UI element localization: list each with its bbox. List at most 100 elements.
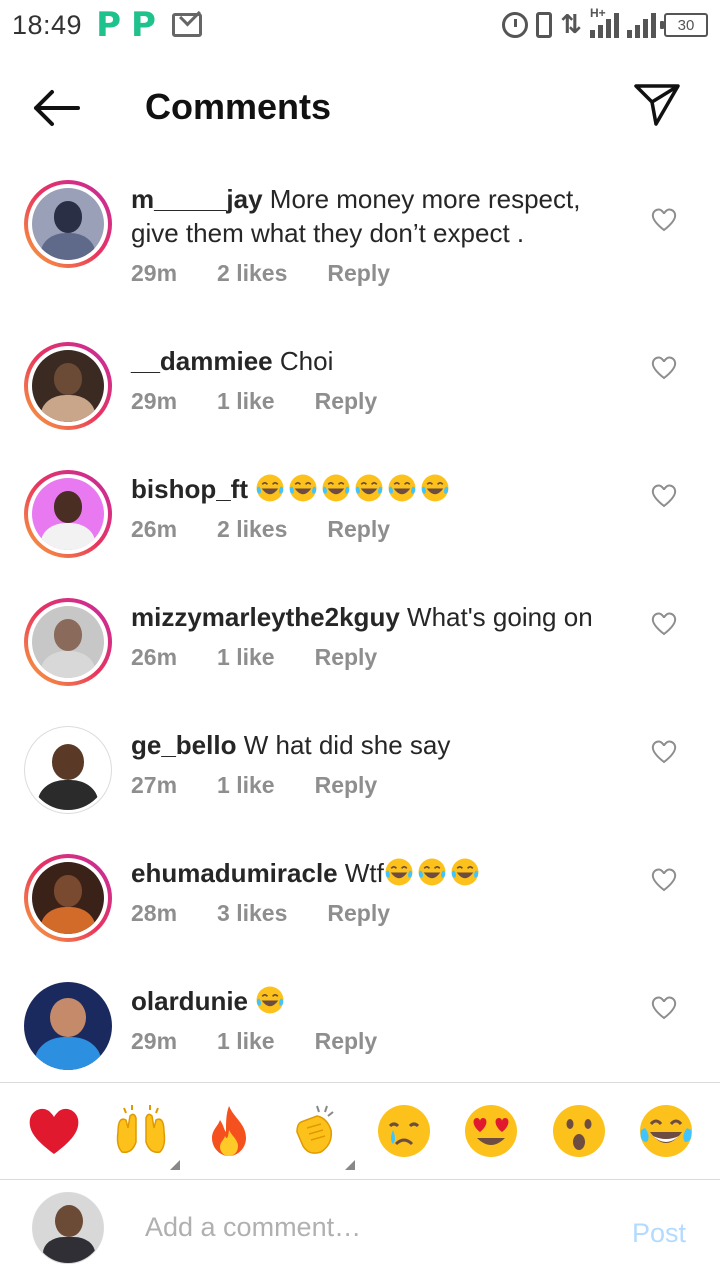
astonished-face-emoji-button[interactable] xyxy=(550,1102,608,1160)
comment-meta: 27m 1 like Reply xyxy=(131,772,417,799)
comment-timestamp: 27m xyxy=(131,772,178,798)
reply-button[interactable]: Reply xyxy=(327,516,390,543)
tears-of-joy-icon xyxy=(451,858,479,886)
avatar[interactable] xyxy=(24,726,112,814)
status-time: 18:49 xyxy=(12,9,83,40)
heart-eyes-face-icon xyxy=(465,1105,518,1157)
comment-meta: 26m 1 like Reply xyxy=(131,644,417,671)
comment-username[interactable]: ehumadumiracle xyxy=(131,858,338,888)
reply-button[interactable]: Reply xyxy=(315,772,378,799)
comment-row[interactable]: __dammiee Choi 29m 1 like Reply xyxy=(0,334,720,462)
skin-tone-indicator xyxy=(345,1160,356,1170)
fire-emoji-button[interactable] xyxy=(200,1102,258,1160)
comment-body: What's going on xyxy=(407,602,593,632)
crying-face-emoji-button[interactable] xyxy=(375,1102,433,1160)
comment-username[interactable]: ge_bello xyxy=(131,730,236,760)
comment-list[interactable]: m_____jay More money more respect, give … xyxy=(0,172,720,1102)
reply-button[interactable]: Reply xyxy=(327,260,390,287)
comment-text: ge_bello W hat did she say xyxy=(131,728,611,762)
signal-icon xyxy=(627,12,656,38)
comment-input[interactable] xyxy=(145,1212,605,1243)
comment-likes[interactable]: 1 like xyxy=(217,772,275,799)
avatar xyxy=(32,1192,104,1264)
clapping-hands-icon xyxy=(296,1105,334,1154)
comment-timestamp: 29m xyxy=(131,388,178,414)
comment-body: Wtf xyxy=(344,858,384,888)
astonished-face-icon xyxy=(552,1105,605,1157)
comment-likes[interactable]: 1 like xyxy=(217,644,275,671)
comment-timestamp: 29m xyxy=(131,1028,178,1054)
comment-text: mizzymarleythe2kguy What's going on xyxy=(131,600,611,634)
comment-username[interactable]: m_____jay xyxy=(131,184,263,214)
comment-likes[interactable]: 1 like xyxy=(217,388,275,415)
like-heart-icon[interactable] xyxy=(650,206,678,232)
notification-p-icon: P xyxy=(131,5,156,45)
comment-likes[interactable]: 1 like xyxy=(217,1028,275,1055)
crying-face-icon xyxy=(377,1105,430,1157)
signal-icon: H+ xyxy=(590,6,619,38)
like-heart-icon[interactable] xyxy=(650,610,678,636)
post-button[interactable]: Post xyxy=(632,1218,686,1249)
comment-timestamp: 26m xyxy=(131,516,178,542)
raising-hands-icon xyxy=(117,1105,166,1154)
comment-row[interactable]: ge_bello W hat did she say 27m 1 like Reply xyxy=(0,718,720,846)
red-heart-emoji-button[interactable] xyxy=(25,1102,83,1160)
avatar[interactable] xyxy=(24,982,112,1070)
status-bar: 18:49 P P ⇅ H+ 30 xyxy=(0,0,720,50)
header: Comments xyxy=(0,60,720,152)
comment-meta: 29m 1 like Reply xyxy=(131,388,417,415)
vibrate-icon xyxy=(536,12,553,38)
comment-text: m_____jay More money more respect, give … xyxy=(131,182,611,250)
alarm-icon xyxy=(502,12,529,38)
like-heart-icon[interactable] xyxy=(650,994,678,1020)
reply-button[interactable]: Reply xyxy=(315,1028,378,1055)
comment-composer: Post xyxy=(0,1182,720,1280)
comment-likes[interactable]: 2 likes xyxy=(217,260,287,287)
comment-row[interactable]: ehumadumiracle Wtf 28m 3 likes Reply xyxy=(0,846,720,974)
tears-of-joy-face-icon xyxy=(640,1105,693,1157)
like-heart-icon[interactable] xyxy=(650,738,678,764)
tears-of-joy-icon xyxy=(355,474,383,502)
comment-row[interactable]: bishop_ft 26m 2 likes Reply xyxy=(0,462,720,590)
tears-of-joy-icon xyxy=(322,474,350,502)
comment-likes[interactable]: 2 likes xyxy=(217,516,287,543)
comment-body: W hat did she say xyxy=(243,730,451,760)
battery-icon: 30 xyxy=(660,13,708,37)
comment-meta: 29m 1 like Reply xyxy=(131,1028,417,1055)
tears-of-joy-emoji-button[interactable] xyxy=(637,1102,695,1160)
avatar[interactable] xyxy=(24,342,112,430)
heart-eyes-emoji-button[interactable] xyxy=(462,1102,520,1160)
comment-text: olardunie xyxy=(131,984,611,1018)
avatar[interactable] xyxy=(24,180,112,268)
reply-button[interactable]: Reply xyxy=(327,900,390,927)
comment-likes[interactable]: 3 likes xyxy=(217,900,287,927)
comment-meta: 29m 2 likes Reply xyxy=(131,260,430,287)
reply-button[interactable]: Reply xyxy=(315,644,378,671)
comment-username[interactable]: olardunie xyxy=(131,986,248,1016)
avatar[interactable] xyxy=(24,598,112,686)
status-icons: ⇅ H+ 30 xyxy=(502,6,708,40)
avatar[interactable] xyxy=(24,854,112,942)
comment-meta: 28m 3 likes Reply xyxy=(131,900,430,927)
back-arrow-icon[interactable] xyxy=(30,86,82,130)
comment-body: Choi xyxy=(279,346,334,376)
page-title: Comments xyxy=(145,86,332,127)
clapping-hands-emoji-button[interactable] xyxy=(287,1102,356,1170)
comment-row[interactable]: m_____jay More money more respect, give … xyxy=(0,172,720,334)
like-heart-icon[interactable] xyxy=(650,866,678,892)
comment-timestamp: 29m xyxy=(131,260,178,286)
avatar[interactable] xyxy=(24,470,112,558)
send-icon[interactable] xyxy=(632,80,682,130)
tears-of-joy-icon xyxy=(418,858,446,886)
raising-hands-emoji-button[interactable] xyxy=(112,1102,181,1170)
fire-icon xyxy=(211,1106,246,1156)
comment-username[interactable]: __dammiee xyxy=(131,346,273,376)
reply-button[interactable]: Reply xyxy=(315,388,378,415)
comment-row[interactable]: mizzymarleythe2kguy What's going on 26m 1 … xyxy=(0,590,720,718)
comment-username[interactable]: mizzymarleythe2kguy xyxy=(131,602,400,632)
comment-username[interactable]: bishop_ft xyxy=(131,474,248,504)
comment-timestamp: 26m xyxy=(131,644,178,670)
like-heart-icon[interactable] xyxy=(650,354,678,380)
like-heart-icon[interactable] xyxy=(650,482,678,508)
tears-of-joy-icon xyxy=(289,474,317,502)
